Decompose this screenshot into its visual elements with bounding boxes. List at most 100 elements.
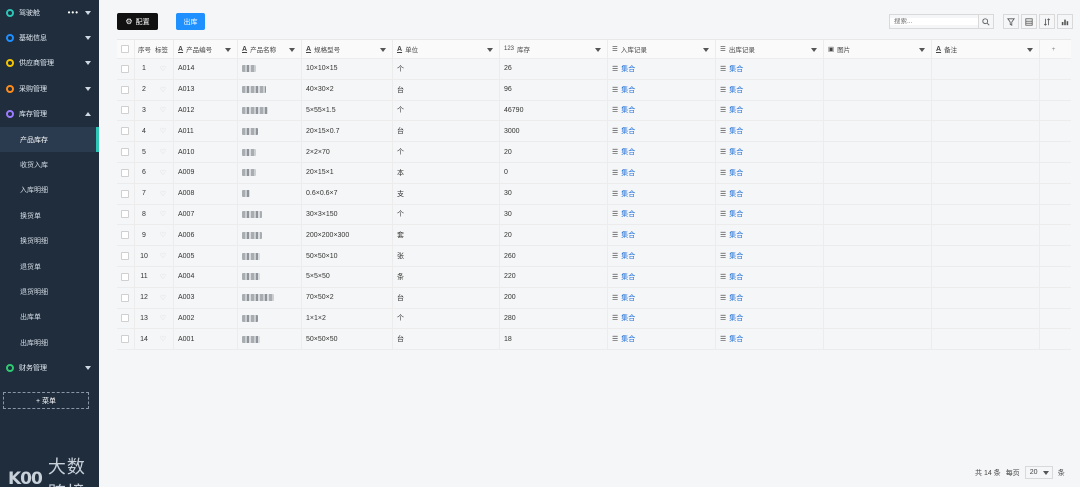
spec-cell[interactable]: 20×15×0.7 <box>302 121 393 142</box>
image-cell[interactable] <box>824 204 932 225</box>
chevron-down-icon[interactable] <box>487 48 493 52</box>
tag-cell[interactable]: ♡ <box>153 225 174 246</box>
inbound-link[interactable]: ☰ 集合 <box>612 85 635 95</box>
outbound-cell[interactable]: ☰ 集合 <box>716 246 824 266</box>
inbound-link[interactable]: ☰ 集合 <box>612 251 635 261</box>
inbound-cell[interactable]: ☰ 集合 <box>608 100 716 121</box>
inbound-cell[interactable]: ☰ 集合 <box>608 79 716 100</box>
outbound-link[interactable]: ☰ 集合 <box>720 126 743 136</box>
inbound-cell[interactable]: ☰ 集合 <box>608 183 716 204</box>
inbound-cell[interactable]: ☰ 集合 <box>608 121 716 142</box>
code-cell[interactable]: A003 <box>174 287 238 308</box>
col-name[interactable]: A 产品名称 <box>238 40 302 58</box>
image-cell[interactable] <box>824 79 932 100</box>
outbound-link[interactable]: ☰ 集合 <box>720 189 743 199</box>
name-cell[interactable] <box>238 162 302 183</box>
code-cell[interactable]: A001 <box>174 329 238 350</box>
table-row[interactable]: 5 ♡ A010 2×2×70 个 20 ☰ 集合 ☰ 集合 <box>117 142 1071 163</box>
code-cell[interactable]: A004 <box>174 266 238 287</box>
sidebar-subitem-exchange[interactable]: 换货单 <box>0 203 99 228</box>
remark-cell[interactable] <box>932 204 1040 225</box>
remark-cell[interactable] <box>932 100 1040 121</box>
stock-cell[interactable]: 30 <box>500 204 608 225</box>
inbound-cell[interactable]: ☰ 集合 <box>608 266 716 287</box>
unit-cell[interactable]: 个 <box>393 204 500 225</box>
name-cell[interactable] <box>238 79 302 100</box>
tag-cell[interactable]: ♡ <box>153 100 174 121</box>
search-input[interactable] <box>890 18 978 25</box>
col-remark[interactable]: A 备注 <box>932 40 1040 58</box>
name-cell[interactable] <box>238 287 302 308</box>
outbound-cell[interactable]: ☰ 集合 <box>716 287 824 308</box>
row-checkbox[interactable] <box>121 127 129 136</box>
spec-cell[interactable]: 200×200×300 <box>302 225 393 246</box>
inbound-link[interactable]: ☰ 集合 <box>612 126 635 136</box>
code-cell[interactable]: A007 <box>174 204 238 225</box>
more-icon[interactable]: ••• <box>68 8 79 17</box>
sidebar-item-finance[interactable]: 财务管理 <box>0 355 99 380</box>
stock-cell[interactable]: 0 <box>500 162 608 183</box>
sidebar-subitem-inbound-detail[interactable]: 入库明细 <box>0 178 99 203</box>
select-all-checkbox[interactable] <box>121 45 129 53</box>
code-cell[interactable]: A011 <box>174 121 238 142</box>
inbound-link[interactable]: ☰ 集合 <box>612 64 635 74</box>
image-cell[interactable] <box>824 329 932 350</box>
tag-cell[interactable]: ♡ <box>153 329 174 350</box>
inbound-link[interactable]: ☰ 集合 <box>612 230 635 240</box>
col-unit[interactable]: A 单位 <box>393 40 500 58</box>
unit-cell[interactable]: 本 <box>393 162 500 183</box>
image-cell[interactable] <box>824 246 932 266</box>
col-image[interactable]: ▣ 图片 <box>824 40 932 58</box>
spec-cell[interactable]: 1×1×2 <box>302 308 393 329</box>
outbound-cell[interactable]: ☰ 集合 <box>716 266 824 287</box>
inbound-cell[interactable]: ☰ 集合 <box>608 329 716 350</box>
stock-cell[interactable]: 280 <box>500 308 608 329</box>
remark-cell[interactable] <box>932 142 1040 162</box>
table-row[interactable]: 11 ♡ A004 5×5×50 条 220 ☰ 集合 ☰ 集合 <box>117 266 1071 288</box>
col-code[interactable]: A 产品编号 <box>174 40 238 58</box>
image-cell[interactable] <box>824 121 932 142</box>
outbound-cell[interactable]: ☰ 集合 <box>716 100 824 121</box>
inbound-cell[interactable]: ☰ 集合 <box>608 287 716 308</box>
unit-cell[interactable]: 台 <box>393 329 500 350</box>
name-cell[interactable] <box>238 266 302 287</box>
sidebar-subitem-outbound[interactable]: 出库单 <box>0 305 99 330</box>
inbound-cell[interactable]: ☰ 集合 <box>608 204 716 225</box>
row-checkbox[interactable] <box>121 335 129 344</box>
row-checkbox[interactable] <box>121 252 129 261</box>
code-cell[interactable]: A002 <box>174 308 238 329</box>
name-cell[interactable] <box>238 183 302 204</box>
row-checkbox[interactable] <box>121 85 129 94</box>
table-row[interactable]: 1 ♡ A014 10×10×15 个 26 ☰ 集合 ☰ 集合 <box>117 59 1071 80</box>
row-checkbox[interactable] <box>121 64 129 73</box>
remark-cell[interactable] <box>932 79 1040 100</box>
table-row[interactable]: 4 ♡ A011 20×15×0.7 台 3000 ☰ 集合 ☰ 集合 <box>117 121 1071 143</box>
image-cell[interactable] <box>824 287 932 308</box>
inbound-link[interactable]: ☰ 集合 <box>612 189 635 199</box>
image-cell[interactable] <box>824 59 932 79</box>
tag-cell[interactable]: ♡ <box>153 59 174 79</box>
sort-icon[interactable] <box>1039 14 1055 29</box>
name-cell[interactable] <box>238 59 302 79</box>
outbound-cell[interactable]: ☰ 集合 <box>716 329 824 350</box>
outbound-cell[interactable]: ☰ 集合 <box>716 121 824 142</box>
tag-cell[interactable]: ♡ <box>153 287 174 308</box>
stock-cell[interactable]: 20 <box>500 142 608 162</box>
sidebar-item-cockpit[interactable]: 驾驶舱 ••• <box>0 0 99 25</box>
remark-cell[interactable] <box>932 287 1040 308</box>
search-icon[interactable] <box>978 15 993 28</box>
grid-icon[interactable] <box>1021 14 1037 29</box>
outbound-link[interactable]: ☰ 集合 <box>720 209 743 219</box>
table-row[interactable]: 10 ♡ A005 50×50×10 张 260 ☰ 集合 ☰ 集合 <box>117 246 1071 267</box>
unit-cell[interactable]: 个 <box>393 142 500 162</box>
spec-cell[interactable]: 30×3×150 <box>302 204 393 225</box>
unit-cell[interactable]: 支 <box>393 183 500 204</box>
outbound-cell[interactable]: ☰ 集合 <box>716 162 824 183</box>
code-cell[interactable]: A012 <box>174 100 238 121</box>
outbound-link[interactable]: ☰ 集合 <box>720 251 743 261</box>
filter-icon[interactable] <box>1003 14 1019 29</box>
config-button[interactable]: ⚙ 配置 <box>117 13 158 30</box>
stock-cell[interactable]: 260 <box>500 246 608 266</box>
table-row[interactable]: 6 ♡ A009 20×15×1 本 0 ☰ 集合 ☰ 集合 <box>117 162 1071 184</box>
col-stock[interactable]: 123 库存 <box>500 40 608 58</box>
